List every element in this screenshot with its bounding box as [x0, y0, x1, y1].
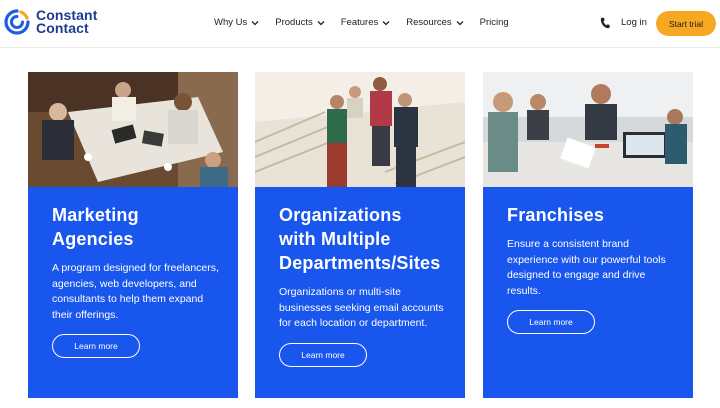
start-trial-button[interactable]: Start trial	[656, 11, 716, 36]
logo-line-2: Contact	[36, 20, 89, 36]
team-meeting-photo	[28, 72, 238, 187]
card-body: Organizations with Multiple Departments/…	[279, 203, 447, 367]
nav-why-us[interactable]: Why Us	[214, 17, 259, 28]
chevron-down-icon	[251, 20, 259, 25]
nav-label: Features	[340, 17, 379, 28]
learn-more-button[interactable]: Learn more	[279, 342, 367, 367]
card-franchises: Franchises Ensure a consistent brand exp…	[483, 72, 693, 398]
nav-label: Products	[275, 17, 313, 28]
constant-contact-logo-icon	[4, 9, 30, 35]
nav-label: Why Us	[214, 17, 248, 28]
site-header: Constant Contact Why Us Products Feature…	[0, 0, 720, 48]
card-description: Organizations or multi-site businesses s…	[279, 286, 444, 329]
card-title: Franchises	[507, 203, 675, 227]
card-title: Marketing Agencies	[52, 203, 220, 251]
nav-products[interactable]: Products	[275, 17, 325, 28]
card-title: Organizations with Multiple Departments/…	[279, 203, 447, 275]
login-link[interactable]: Log in	[621, 17, 647, 28]
card-marketing-agencies: Marketing Agencies A program designed fo…	[28, 72, 238, 398]
logo[interactable]: Constant Contact	[4, 8, 97, 36]
card-body: Marketing Agencies A program designed fo…	[52, 203, 220, 358]
card-title-line: Organizations	[279, 205, 402, 225]
card-title-line: Departments/Sites	[279, 253, 441, 273]
phone-icon[interactable]	[600, 17, 610, 29]
nav-label: Pricing	[479, 17, 509, 28]
nav-label: Resources	[406, 17, 452, 28]
learn-more-button[interactable]: Learn more	[507, 310, 595, 334]
learn-more-button[interactable]: Learn more	[52, 334, 140, 358]
card-title-line: Marketing	[52, 205, 139, 225]
nav-features[interactable]: Features	[341, 17, 391, 28]
chevron-down-icon	[456, 20, 464, 25]
chevron-down-icon	[317, 20, 325, 25]
card-organizations: Organizations with Multiple Departments/…	[255, 72, 465, 398]
chevron-down-icon	[382, 20, 390, 25]
card-title-line: Franchises	[507, 205, 605, 225]
card-title-line: with Multiple	[279, 229, 391, 249]
card-title-line: Agencies	[52, 229, 134, 249]
card-description: Ensure a consistent brand experience wit…	[507, 238, 666, 297]
logo-text: Constant Contact	[36, 8, 97, 36]
nav-resources[interactable]: Resources	[406, 17, 464, 28]
main-nav: Why Us Products Features Resources Prici…	[214, 17, 525, 28]
office-team-photo	[483, 72, 693, 187]
card-body: Franchises Ensure a consistent brand exp…	[507, 203, 675, 334]
staircase-people-photo	[255, 72, 465, 187]
card-description: A program designed for freelancers, agen…	[52, 262, 219, 321]
nav-pricing[interactable]: Pricing	[480, 17, 509, 28]
